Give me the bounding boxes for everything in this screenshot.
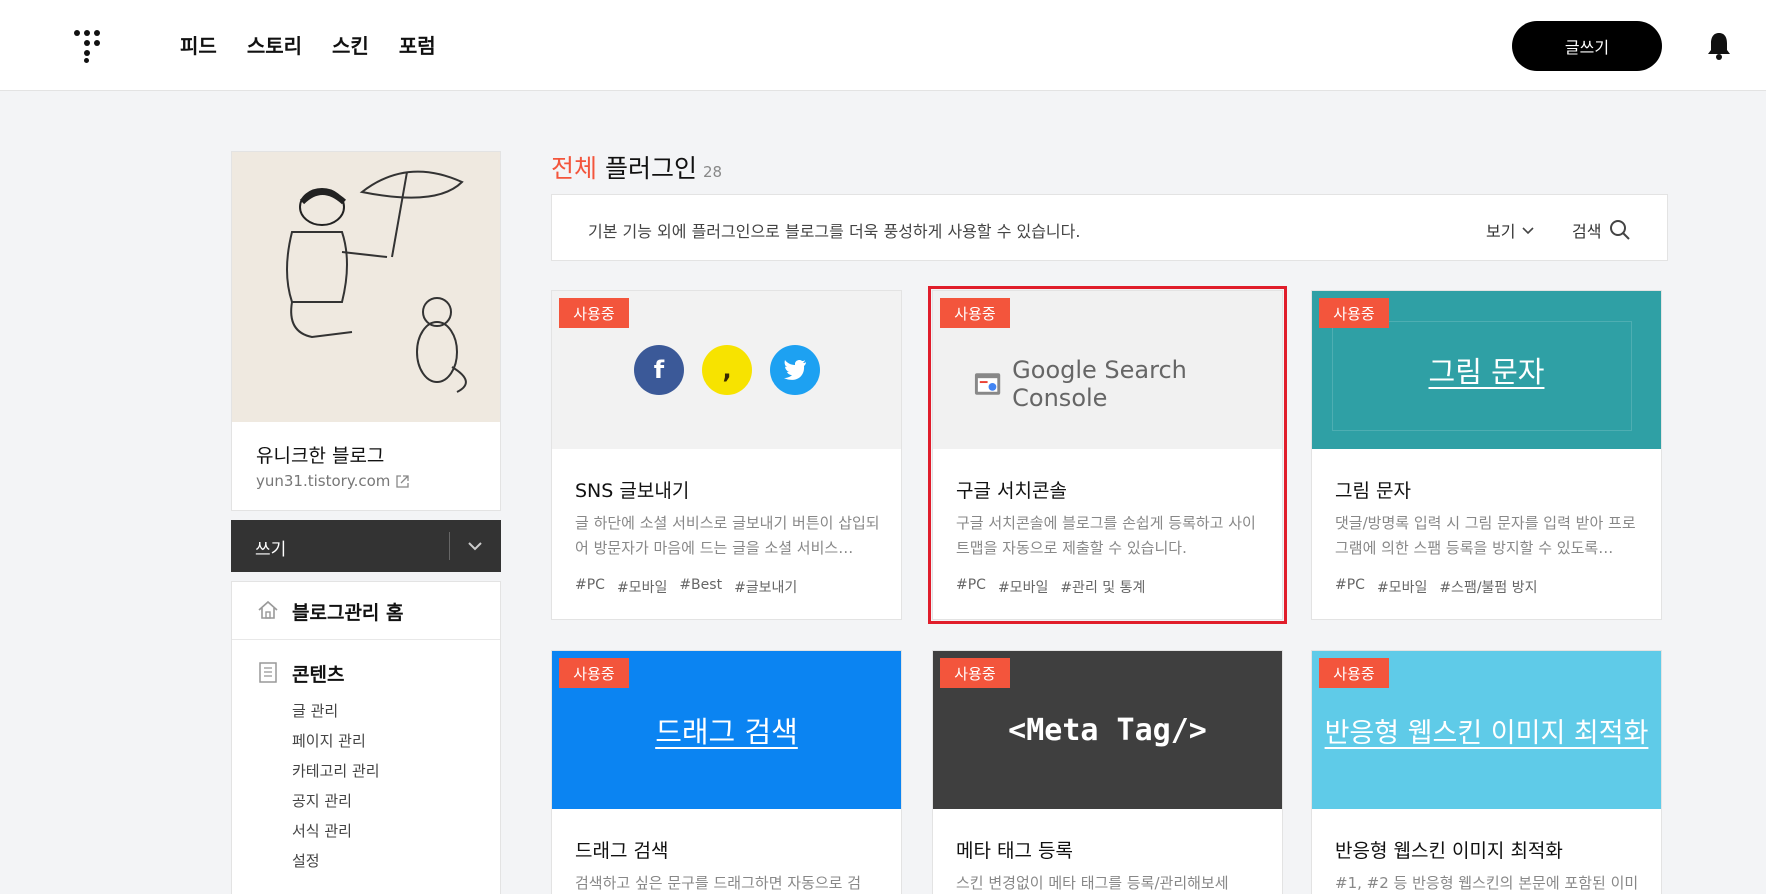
- tag: #모바일: [1376, 580, 1428, 596]
- search-label: 검색: [1572, 222, 1602, 241]
- page-title-text: 플러그인: [604, 154, 697, 183]
- twitter-icon: [770, 345, 820, 395]
- plugin-card-meta-tag[interactable]: <Meta Tag/> 사용중 메타 태그 등록 스킨 변경없이 메타 태그를 …: [932, 650, 1283, 894]
- plugin-title: 드래그 검색: [575, 840, 669, 862]
- write-dropdown-bar[interactable]: 쓰기: [231, 520, 501, 572]
- plugin-desc: 글 하단에 소셜 서비스로 글보내기 버튼이 삽입되어 방문자가 마음에 드는 …: [575, 514, 880, 557]
- blog-profile-card: 유니크한 블로그 yun31.tistory.com: [231, 151, 501, 511]
- tag: #Best: [679, 577, 723, 593]
- external-link-icon: [396, 474, 410, 488]
- plugin-desc: 구글 서치콘솔에 블로그를 손쉽게 등록하고 사이트맵을 자동으로 제출할 수 …: [956, 514, 1256, 557]
- blog-url-text: yun31.tistory.com: [256, 472, 391, 490]
- plugin-title: 반응형 웹스킨 이미지 최적화: [1335, 840, 1563, 862]
- blog-url-link[interactable]: yun31.tistory.com: [256, 472, 410, 490]
- submenu-settings[interactable]: 설정: [292, 846, 380, 876]
- plugin-title: SNS 글보내기: [575, 480, 690, 502]
- tag: #PC: [575, 577, 605, 593]
- search-button[interactable]: 검색: [1572, 218, 1631, 242]
- menu-home-label: 블로그관리 홈: [292, 602, 404, 624]
- plugin-count: 28: [702, 163, 723, 181]
- plugin-desc: 댓글/방명록 입력 시 그림 문자를 입력 받아 프로그램에 의한 스팸 등록을…: [1335, 514, 1636, 557]
- submenu-category-manage[interactable]: 카테고리 관리: [292, 756, 380, 786]
- submenu-post-manage[interactable]: 글 관리: [292, 696, 380, 726]
- view-dropdown[interactable]: 보기: [1486, 218, 1535, 242]
- in-use-badge: 사용중: [1319, 658, 1389, 688]
- admin-menu: 블로그관리 홈 콘텐츠 글 관리 페이지 관리 카테고리 관리 공지 관리 서식…: [231, 581, 501, 894]
- plugin-filter-bar: 기본 기능 외에 플러그인으로 블로그를 더욱 풍성하게 사용할 수 있습니다.…: [551, 194, 1668, 261]
- nav-skin[interactable]: 스킨: [332, 30, 369, 59]
- submenu-page-manage[interactable]: 페이지 관리: [292, 726, 380, 756]
- in-use-badge: 사용중: [559, 658, 629, 688]
- plugin-description: 기본 기능 외에 플러그인으로 블로그를 더욱 풍성하게 사용할 수 있습니다.: [588, 222, 1081, 241]
- chevron-down-icon: [1522, 227, 1535, 235]
- tag: #PC: [956, 577, 986, 593]
- divider: [449, 532, 450, 560]
- content-submenu: 글 관리 페이지 관리 카테고리 관리 공지 관리 서식 관리 설정: [292, 696, 380, 876]
- google-search-console-icon: [974, 373, 1001, 395]
- plugin-title: 구글 서치콘솔: [956, 480, 1067, 502]
- plugin-title: 그림 문자: [1335, 480, 1411, 502]
- menu-content-label[interactable]: 콘텐츠: [292, 660, 344, 687]
- tag: #모바일: [997, 580, 1049, 596]
- plugin-desc: 검색하고 싶은 문구를 드래그하면 자동으로 검: [575, 874, 862, 892]
- tag: #PC: [1335, 577, 1365, 593]
- plugin-title: 메타 태그 등록: [956, 840, 1073, 862]
- home-icon: [258, 600, 278, 619]
- gsc-logo: Google Search Console: [973, 356, 1282, 412]
- plugin-tags: #PC #모바일 #관리 및 통계: [956, 577, 1145, 597]
- plugin-card-google-search-console[interactable]: Google Search Console 사용중 구글 서치콘솔 구글 서치콘…: [928, 286, 1287, 624]
- submenu-notice-manage[interactable]: 공지 관리: [292, 786, 380, 816]
- nav-story[interactable]: 스토리: [247, 30, 302, 59]
- submenu-template-manage[interactable]: 서식 관리: [292, 816, 380, 846]
- bell-icon[interactable]: [1706, 30, 1732, 60]
- main-nav: 피드 스토리 스킨 포럼: [180, 30, 436, 59]
- in-use-badge: 사용중: [559, 298, 629, 328]
- plugin-desc: #1, #2 등 반응형 웹스킨의 본문에 포함된 이미: [1335, 874, 1639, 892]
- blog-profile-image[interactable]: [232, 152, 500, 422]
- blog-name[interactable]: 유니크한 블로그: [256, 441, 384, 468]
- plugin-card-sns[interactable]: f , 사용중 SNS 글보내기 글 하단에 소셜 서비스로 글보내기 버튼이 …: [551, 290, 902, 620]
- facebook-icon: f: [634, 345, 684, 395]
- menu-blog-home[interactable]: 블로그관리 홈: [232, 582, 500, 640]
- plugin-tags: #PC #모바일 #Best #글보내기: [575, 577, 797, 597]
- chevron-down-icon[interactable]: [463, 534, 487, 558]
- plugin-card-picture-captcha[interactable]: 그림 문자 사용중 그림 문자 댓글/방명록 입력 시 그림 문자를 입력 받아…: [1311, 290, 1662, 620]
- view-label: 보기: [1486, 222, 1516, 241]
- document-icon: [259, 662, 277, 683]
- top-header: 피드 스토리 스킨 포럼 글쓰기: [0, 0, 1766, 91]
- gsc-text: Google Search Console: [1012, 356, 1187, 412]
- search-icon: [1610, 220, 1631, 240]
- tistory-logo-icon[interactable]: [74, 30, 106, 63]
- tag: #스팸/불펌 방지: [1439, 580, 1538, 596]
- in-use-badge: 사용중: [1319, 298, 1389, 328]
- nav-forum[interactable]: 포럼: [399, 30, 436, 59]
- plugin-card-responsive-image[interactable]: 반응형 웹스킨 이미지 최적화 사용중 반응형 웹스킨 이미지 최적화 #1, …: [1311, 650, 1662, 894]
- plugin-card-drag-search[interactable]: 드래그 검색 사용중 드래그 검색 검색하고 싶은 문구를 드래그하면 자동으로…: [551, 650, 902, 894]
- write-post-button[interactable]: 글쓰기: [1512, 21, 1662, 71]
- plugin-desc: 스킨 변경없이 메타 태그를 등록/관리해보세: [956, 874, 1229, 892]
- page-title: 전체 플러그인 28: [551, 149, 722, 185]
- nav-feed[interactable]: 피드: [180, 30, 217, 59]
- in-use-badge: 사용중: [940, 658, 1010, 688]
- tag: #모바일: [616, 580, 668, 596]
- kakaostory-icon: ,: [702, 345, 752, 395]
- write-label: 쓰기: [255, 540, 287, 560]
- page-title-accent: 전체: [551, 154, 598, 183]
- tag: #관리 및 통계: [1060, 580, 1146, 596]
- tag: #글보내기: [734, 580, 798, 596]
- plugin-tags: #PC #모바일 #스팸/불펌 방지: [1335, 577, 1538, 597]
- in-use-badge: 사용중: [940, 298, 1010, 328]
